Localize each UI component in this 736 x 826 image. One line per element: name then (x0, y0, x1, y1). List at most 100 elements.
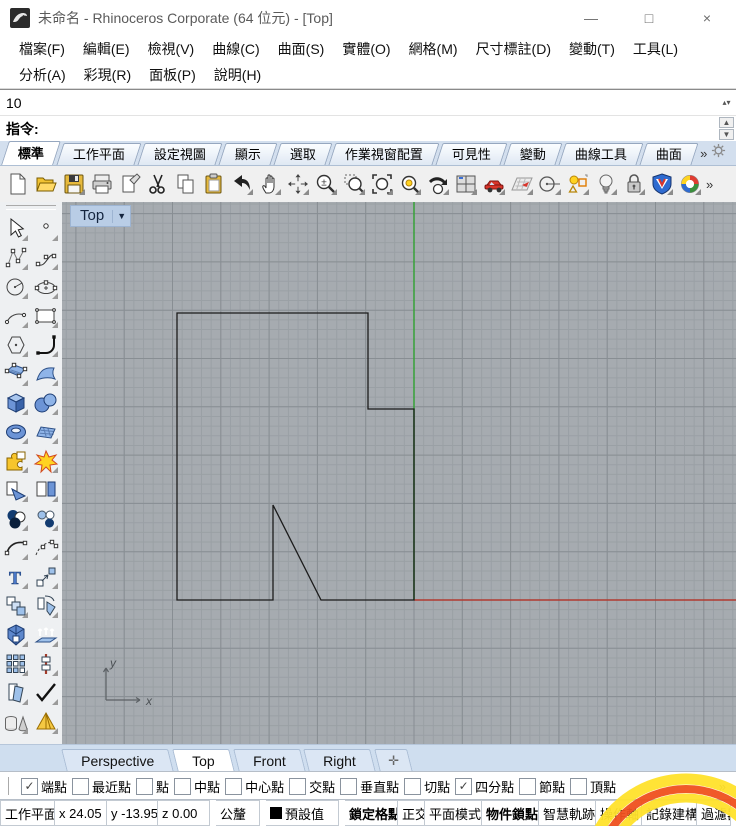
viewport-tab-add-viewport[interactable]: ✛ (374, 749, 413, 772)
status-planar[interactable]: 平面模式 (425, 800, 482, 826)
checkbox-icon[interactable]: ✓ (455, 777, 473, 795)
split-icon[interactable] (31, 475, 61, 504)
viewport-title-dropdown[interactable]: Top ▼ (70, 205, 132, 227)
status-layer[interactable]: 預設值 (266, 800, 339, 826)
checkbox-icon[interactable] (225, 777, 243, 795)
viewport-tab-perspective[interactable]: Perspective (61, 749, 175, 772)
tab-visibility[interactable]: 可見性 (435, 143, 508, 165)
status-coord-x[interactable]: x 24.05 (55, 800, 107, 826)
status-filter[interactable]: 過濾器 (697, 800, 731, 826)
command-input[interactable]: 指令: ▲ ▼ (0, 116, 736, 141)
gear-icon[interactable] (711, 143, 726, 163)
chevron-down-icon[interactable]: ▼ (112, 209, 130, 223)
checkbox-icon[interactable] (174, 777, 192, 795)
array-linear-icon[interactable] (31, 649, 61, 678)
move-icon[interactable] (31, 562, 61, 591)
boolean-puzzle-icon[interactable] (1, 446, 31, 475)
surface-cp-icon[interactable] (1, 359, 31, 388)
zoom-dynamic-icon[interactable]: ± (312, 170, 340, 198)
viewport-tab-right[interactable]: Right (303, 749, 376, 772)
menu-item-curve[interactable]: 曲線(C) (203, 39, 268, 59)
notes-icon[interactable] (116, 170, 144, 198)
arc-icon[interactable] (1, 301, 31, 330)
status-osnap-toggle[interactable]: 物件鎖點 (482, 800, 539, 826)
circle-icon[interactable] (1, 272, 31, 301)
zoom-extents-icon[interactable] (368, 170, 396, 198)
pointer-icon[interactable] (1, 214, 31, 243)
surface-curved-icon[interactable] (31, 359, 61, 388)
osnap-11[interactable]: 頂點 (570, 777, 616, 796)
checkbox-icon[interactable] (519, 777, 537, 795)
cone-cylinder-icon[interactable] (1, 707, 31, 736)
status-smart-track[interactable]: 智慧軌跡 (539, 800, 596, 826)
toolbar-more-chevron[interactable]: » (706, 177, 713, 192)
menu-item-solid[interactable]: 實體(O) (333, 39, 399, 59)
viewport-grid-icon[interactable] (452, 170, 480, 198)
osnap-4[interactable]: 中點 (174, 777, 220, 796)
menu-item-dimension[interactable]: 尺寸標註(D) (467, 39, 560, 59)
status-record-history[interactable]: 記錄建構歷史 (642, 800, 697, 826)
fillet-corner-icon[interactable] (31, 330, 61, 359)
tab-display[interactable]: 顯示 (218, 143, 278, 165)
tab-set-view[interactable]: 設定視圖 (137, 143, 223, 165)
status-coord-y[interactable]: y -13.95 (107, 800, 158, 826)
command-history[interactable]: 10 ▴▾ (0, 90, 736, 116)
menu-item-tools[interactable]: 工具(L) (624, 39, 687, 59)
checkbox-icon[interactable]: ✓ (21, 777, 38, 795)
menu-item-edit[interactable]: 編輯(E) (74, 39, 139, 59)
menu-item-render[interactable]: 彩現(R) (75, 65, 140, 85)
car-icon[interactable] (480, 170, 508, 198)
menu-item-mesh[interactable]: 網格(M) (400, 39, 467, 59)
osnap-6[interactable]: 交點 (289, 777, 335, 796)
radius-circle-icon[interactable] (536, 170, 564, 198)
trim-surfaces-icon[interactable] (1, 678, 31, 707)
cut-icon[interactable] (144, 170, 172, 198)
copy-icon[interactable] (172, 170, 200, 198)
shield-icon[interactable] (648, 170, 676, 198)
copy-objects-icon[interactable] (1, 591, 31, 620)
tab-cplane[interactable]: 工作平面 (56, 143, 142, 165)
extend-curve-icon[interactable] (31, 533, 61, 562)
tab-curve-tools[interactable]: 曲線工具 (558, 143, 644, 165)
tab-transform[interactable]: 變動 (503, 143, 563, 165)
viewport-canvas[interactable]: yx (62, 202, 736, 745)
maximize-button[interactable]: □ (620, 0, 678, 36)
solid-union-icon[interactable] (1, 620, 31, 649)
point-icon[interactable] (31, 214, 61, 243)
lock-icon[interactable] (620, 170, 648, 198)
minimize-button[interactable]: — (562, 0, 620, 36)
pan-icon[interactable] (256, 170, 284, 198)
menu-item-file[interactable]: 檔案(F) (10, 39, 74, 59)
menu-item-transform[interactable]: 變動(T) (560, 39, 624, 59)
status-units[interactable]: 公釐 (216, 800, 260, 826)
curve-interp-icon[interactable] (31, 243, 61, 272)
light-bulb-icon[interactable] (592, 170, 620, 198)
tab-viewport-layout[interactable]: 作業視窗配置 (328, 143, 440, 165)
torus-icon[interactable] (1, 417, 31, 446)
blend-curve-icon[interactable] (1, 533, 31, 562)
save-icon[interactable] (60, 170, 88, 198)
checkbox-icon[interactable] (72, 777, 90, 795)
status-cplane[interactable]: 工作平面 (0, 800, 55, 826)
print-icon[interactable] (88, 170, 116, 198)
status-coord-z[interactable]: z 0.00 (158, 800, 210, 826)
array-grid-icon[interactable] (1, 649, 31, 678)
tab-standard[interactable]: 標準 (1, 141, 61, 165)
viewport-top[interactable]: Top ▼ yx (62, 202, 736, 745)
tab-select[interactable]: 選取 (273, 143, 333, 165)
osnap-more-chevron[interactable]: » (719, 779, 726, 794)
tab-overflow-chevron[interactable]: » (700, 141, 707, 165)
menu-item-help[interactable]: 說明(H) (205, 65, 270, 85)
open-file-icon[interactable] (32, 170, 60, 198)
osnap-3[interactable]: 點 (136, 777, 169, 796)
ellipse-icon[interactable] (31, 272, 61, 301)
undo-view-icon[interactable] (424, 170, 452, 198)
undo-icon[interactable] (228, 170, 256, 198)
new-file-icon[interactable] (4, 170, 32, 198)
osnap-8[interactable]: 切點 (404, 777, 450, 796)
command-scroll-buttons[interactable]: ▲ ▼ (719, 117, 734, 140)
status-ortho[interactable]: 正交 (398, 800, 425, 826)
osnap-9[interactable]: ✓ 四分點 (455, 777, 514, 796)
menu-item-analyze[interactable]: 分析(A) (10, 65, 75, 85)
surface-patch-icon[interactable] (31, 417, 61, 446)
